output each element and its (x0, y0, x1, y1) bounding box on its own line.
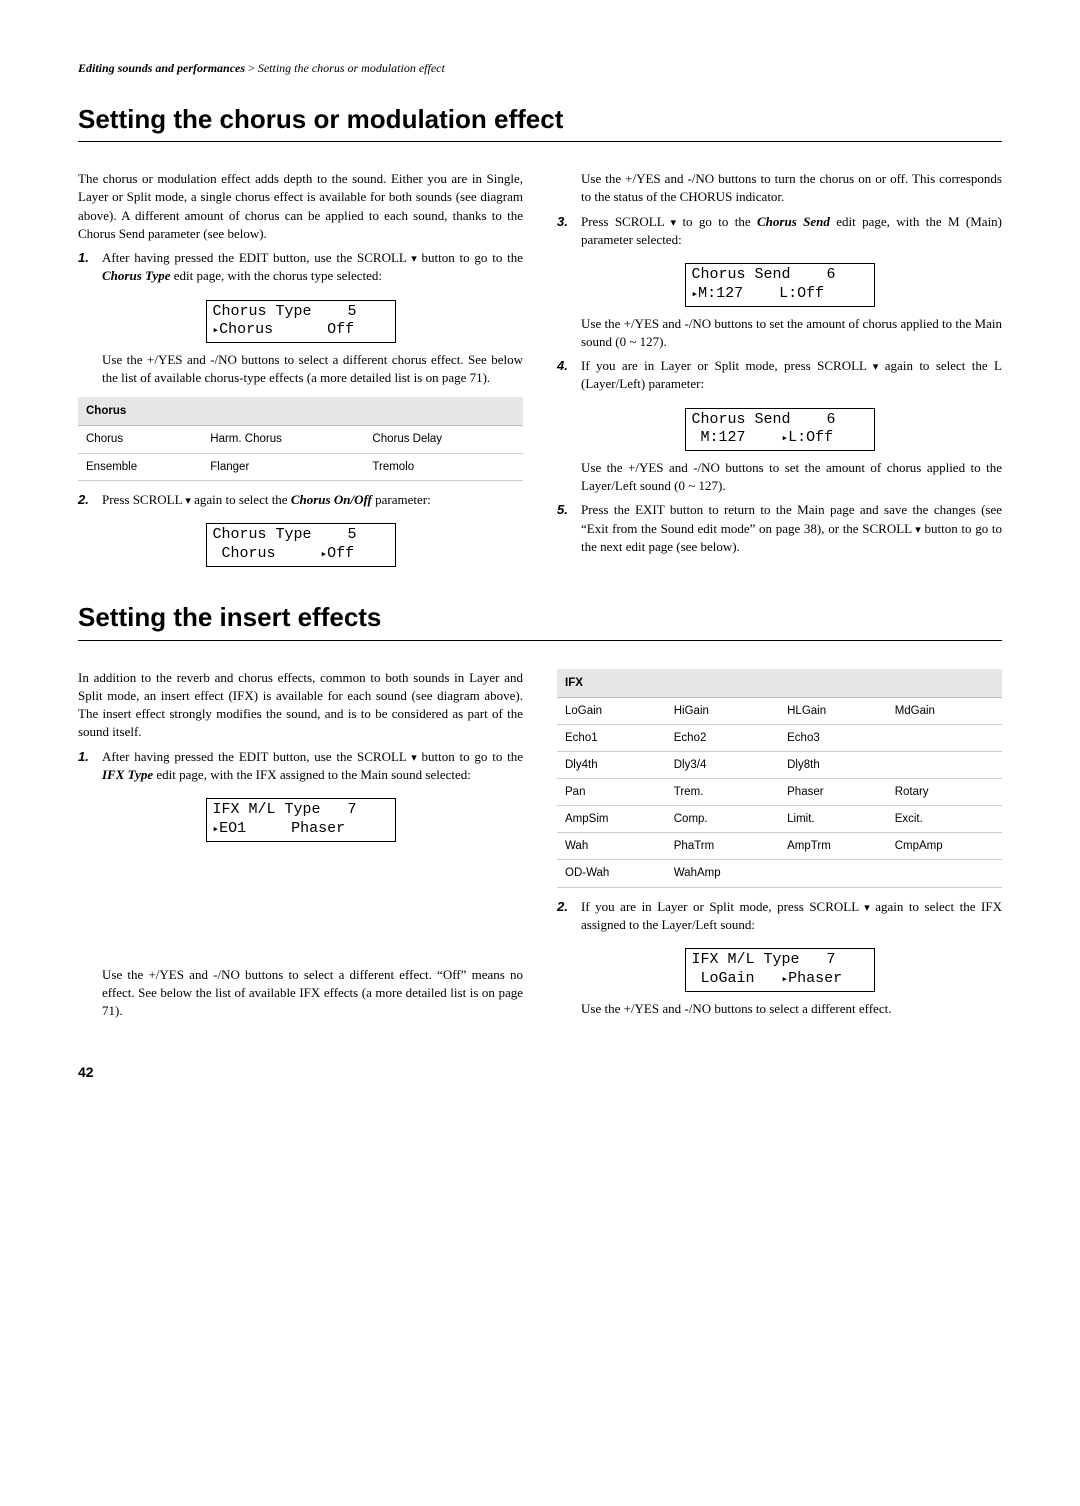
step-2-ifx: 2. If you are in Layer or Split mode, pr… (557, 898, 1002, 941)
table-row: OD-WahWahAmp (557, 860, 1002, 887)
step-1-ifx-after: Use the +/YES and -/NO buttons to select… (102, 966, 523, 1021)
lcd-ifx-main: IFX M/L Type 7 EO1 Phaser (206, 798, 396, 842)
section-title-chorus: Setting the chorus or modulation effect (78, 101, 1002, 142)
step-number: 5. (557, 501, 573, 562)
lcd-chorus-onoff: Chorus Type 5 Chorus Off (206, 523, 396, 567)
breadcrumb-section: Editing sounds and performances (78, 61, 245, 75)
step-number: 2. (78, 491, 94, 515)
section-2-columns: In addition to the reverb and chorus eff… (78, 669, 1002, 1027)
step-4-after: Use the +/YES and -/NO buttons to set th… (581, 459, 1002, 495)
table-row: LoGainHiGainHLGainMdGain (557, 697, 1002, 724)
step-number: 1. (78, 748, 94, 791)
page-number: 42 (78, 1063, 1002, 1083)
table-row: Ensemble Flanger Tremolo (78, 453, 523, 480)
table-row: Dly4thDly3/4Dly8th (557, 752, 1002, 779)
section-title-insert: Setting the insert effects (78, 599, 1002, 640)
table-row: PanTrem.PhaserRotary (557, 779, 1002, 806)
lcd-chorus-send-m: Chorus Send 6 M:127 L:Off (685, 263, 875, 307)
breadcrumb: Editing sounds and performances > Settin… (78, 60, 1002, 77)
chorus-table: Chorus Chorus Harm. Chorus Chorus Delay … (78, 397, 523, 480)
table-row: Echo1Echo2Echo3 (557, 724, 1002, 751)
step-number: 3. (557, 213, 573, 256)
table-row: WahPhaTrmAmpTrmCmpAmp (557, 833, 1002, 860)
step-2-ifx-after: Use the +/YES and -/NO buttons to select… (581, 1000, 1002, 1018)
intro-paragraph: The chorus or modulation effect adds dep… (78, 170, 523, 243)
lcd-ifx-layer: IFX M/L Type 7 LoGain Phaser (685, 948, 875, 992)
step-5: 5. Press the EXIT button to return to th… (557, 501, 1002, 562)
step-1: 1. After having pressed the EDIT button,… (78, 249, 523, 292)
table-row: AmpSimComp.Limit.Excit. (557, 806, 1002, 833)
step-number: 2. (557, 898, 573, 941)
step-1-ifx: 1. After having pressed the EDIT button,… (78, 748, 523, 791)
step-3: 3. Press SCROLL to go to the Chorus Send… (557, 213, 1002, 256)
breadcrumb-sub: Setting the chorus or modulation effect (258, 61, 445, 75)
section-1-columns: The chorus or modulation effect adds dep… (78, 170, 1002, 571)
step-4: 4. If you are in Layer or Split mode, pr… (557, 357, 1002, 400)
step-2: 2. Press SCROLL again to select the Chor… (78, 491, 523, 515)
chorus-table-header: Chorus (78, 397, 523, 426)
step-1-after: Use the +/YES and -/NO buttons to select… (102, 351, 523, 387)
step-number: 1. (78, 249, 94, 292)
ifx-table-header: IFX (557, 669, 1002, 698)
ifx-table: IFX LoGainHiGainHLGainMdGain Echo1Echo2E… (557, 669, 1002, 888)
table-row: Chorus Harm. Chorus Chorus Delay (78, 426, 523, 453)
breadcrumb-sep: > (245, 61, 258, 75)
lcd-chorus-type-1: Chorus Type 5 Chorus Off (206, 300, 396, 344)
lcd-chorus-send-l: Chorus Send 6 M:127 L:Off (685, 408, 875, 452)
step-2-after: Use the +/YES and -/NO buttons to turn t… (581, 170, 1002, 206)
step-3-after: Use the +/YES and -/NO buttons to set th… (581, 315, 1002, 351)
intro-paragraph-2: In addition to the reverb and chorus eff… (78, 669, 523, 742)
step-number: 4. (557, 357, 573, 400)
